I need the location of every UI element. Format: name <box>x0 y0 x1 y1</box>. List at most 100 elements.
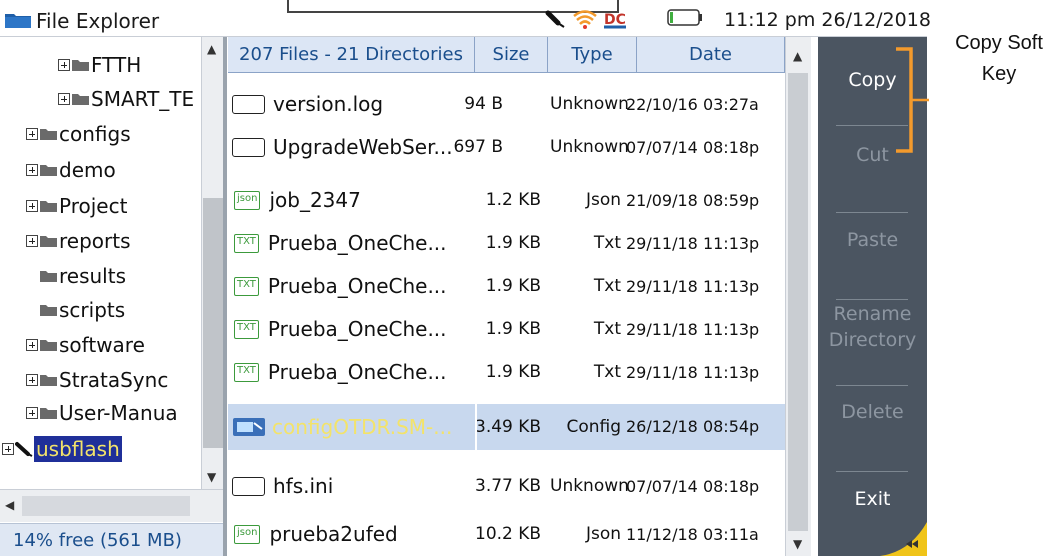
file-name-cell: TXT Prueba_OneChe... <box>228 308 447 351</box>
scroll-up-icon[interactable]: ▲ <box>793 49 802 63</box>
file-size: 10.2 KB <box>475 524 542 544</box>
file-size: 3.77 KB <box>475 476 542 496</box>
folder-icon <box>40 375 57 386</box>
column-header-size[interactable]: Size <box>475 37 548 73</box>
tree-item-label: StrataSync <box>59 368 169 392</box>
callout-bracket-icon <box>896 47 929 153</box>
dc-power-icon: DC <box>604 12 626 29</box>
file-name: Prueba_OneChe... <box>267 360 447 384</box>
expand-icon[interactable] <box>26 128 38 140</box>
status-icons: DC <box>545 10 626 29</box>
expand-icon[interactable] <box>58 93 70 105</box>
tree-horizontal-scrollbar[interactable]: ◀ <box>0 489 223 522</box>
expand-icon[interactable] <box>26 339 38 351</box>
tree-item-stratasync[interactable]: StrataSync <box>26 363 168 397</box>
tree-item-label: software <box>59 333 145 357</box>
rewind-icon[interactable] <box>880 522 927 556</box>
expand-icon[interactable] <box>26 235 38 247</box>
tree-item-ftth[interactable]: FTTH <box>58 48 141 82</box>
tree-item-reports[interactable]: reports <box>26 224 131 258</box>
file-type: Txt <box>593 319 621 339</box>
title-bar: File Explorer DC 11:12 pm 26/12/2018 <box>0 0 931 37</box>
folder-icon <box>40 236 57 247</box>
file-type: Unknown <box>550 476 629 496</box>
file-row[interactable]: version.log 94 B Unknown 22/10/16 03:27a <box>228 83 785 126</box>
tree-item-project[interactable]: Project <box>26 189 127 223</box>
file-type: Json <box>585 190 621 210</box>
rename-directory-softkey[interactable]: Rename Directory <box>818 284 927 370</box>
file-row[interactable]: json job_2347 1.2 KB Json 21/09/18 08:59… <box>228 179 785 222</box>
tree-item-label: Project <box>59 194 128 218</box>
paste-softkey[interactable]: Paste <box>818 197 927 283</box>
tree-item-label: configs <box>59 122 131 146</box>
file-size: 1.9 KB <box>485 319 541 339</box>
file-row[interactable]: UpgradeWebSer... 697 B Unknown 07/07/14 … <box>228 126 785 169</box>
folder-icon <box>40 165 57 176</box>
file-type: Txt <box>593 233 621 253</box>
scroll-thumb[interactable] <box>22 496 190 516</box>
file-name-cell: TXT Prueba_OneChe... <box>228 222 447 265</box>
txt-file-icon: TXT <box>234 277 259 296</box>
scroll-left-icon[interactable]: ◀ <box>5 498 14 512</box>
folder-icon <box>40 408 57 419</box>
app-title: File Explorer <box>36 9 160 33</box>
tree-item-demo[interactable]: demo <box>26 153 116 187</box>
file-name-cell: json job_2347 <box>228 179 361 222</box>
selection-divider <box>475 404 477 450</box>
file-row-selected[interactable]: configOTDR.SM-... 3.49 KB Config 26/12/1… <box>228 404 785 450</box>
expand-icon[interactable] <box>26 200 38 212</box>
tree-item-label: SMART_TE <box>91 87 195 111</box>
column-header-name[interactable]: 207 Files - 21 Directories <box>228 37 475 73</box>
folder-icon <box>40 271 57 282</box>
tree-item-configs[interactable]: configs <box>26 117 131 151</box>
tree-item-software[interactable]: software <box>26 328 145 362</box>
expand-icon[interactable] <box>26 407 38 419</box>
scroll-down-icon[interactable]: ▼ <box>793 537 802 551</box>
tree-item-smart-te[interactable]: SMART_TE <box>58 82 194 116</box>
file-row[interactable]: TXT Prueba_OneChe... 1.9 KB Txt 29/11/18… <box>228 308 785 351</box>
file-size: 1.9 KB <box>485 233 541 253</box>
column-header-date[interactable]: Date <box>637 37 785 73</box>
expand-icon[interactable] <box>2 443 14 455</box>
delete-softkey[interactable]: Delete <box>818 369 927 455</box>
expand-icon[interactable] <box>58 59 70 71</box>
tree-item-label: demo <box>59 158 116 182</box>
tree-vertical-scrollbar[interactable]: ▲ ▼ <box>201 37 224 489</box>
scroll-down-icon[interactable]: ▼ <box>207 470 216 484</box>
file-type: Txt <box>593 362 621 382</box>
file-list-scrollbar[interactable]: ▲ ▼ <box>785 37 811 556</box>
plain-file-icon <box>232 138 265 157</box>
folder-icon <box>72 60 89 71</box>
txt-file-icon: TXT <box>234 234 259 253</box>
file-name: prueba2ufed <box>269 522 398 546</box>
tree-item-results[interactable]: results <box>39 259 126 293</box>
scroll-up-icon[interactable]: ▲ <box>207 42 216 56</box>
file-name: Prueba_OneChe... <box>267 317 447 341</box>
file-name-cell: version.log <box>228 83 383 126</box>
tree-item-scripts[interactable]: scripts <box>39 293 125 327</box>
file-row[interactable]: TXT Prueba_OneChe... 1.9 KB Txt 29/11/18… <box>228 351 785 394</box>
file-row[interactable]: hfs.ini 3.77 KB Unknown 07/07/14 08:18p <box>228 465 785 508</box>
file-size: 1.9 KB <box>485 362 541 382</box>
file-name: UpgradeWebSer... <box>273 135 453 159</box>
txt-file-icon: TXT <box>234 320 259 339</box>
scroll-thumb[interactable] <box>203 198 223 448</box>
file-row[interactable]: TXT Prueba_OneChe... 1.9 KB Txt 29/11/18… <box>228 222 785 265</box>
file-name: hfs.ini <box>273 474 334 498</box>
pane-splitter[interactable] <box>223 37 227 556</box>
file-name: Prueba_OneChe... <box>267 274 447 298</box>
expand-icon[interactable] <box>26 164 38 176</box>
expand-icon[interactable] <box>26 374 38 386</box>
json-file-icon: json <box>234 525 261 544</box>
file-date: 29/11/18 11:13p <box>626 234 760 253</box>
file-name-cell: configOTDR.SM-... <box>228 404 452 450</box>
file-size: 1.9 KB <box>485 276 541 296</box>
file-type: Json <box>585 524 621 544</box>
tree-item-label: scripts <box>59 298 126 322</box>
tree-item-usbflash[interactable]: usbflash <box>2 432 122 466</box>
file-row[interactable]: TXT Prueba_OneChe... 1.9 KB Txt 29/11/18… <box>228 265 785 308</box>
tree-item-user-manual[interactable]: User-Manua <box>26 396 178 430</box>
column-header-type[interactable]: Type <box>548 37 637 73</box>
scroll-thumb[interactable] <box>788 73 808 531</box>
file-row[interactable]: json prueba2ufed 10.2 KB Json 11/12/18 0… <box>228 513 785 556</box>
